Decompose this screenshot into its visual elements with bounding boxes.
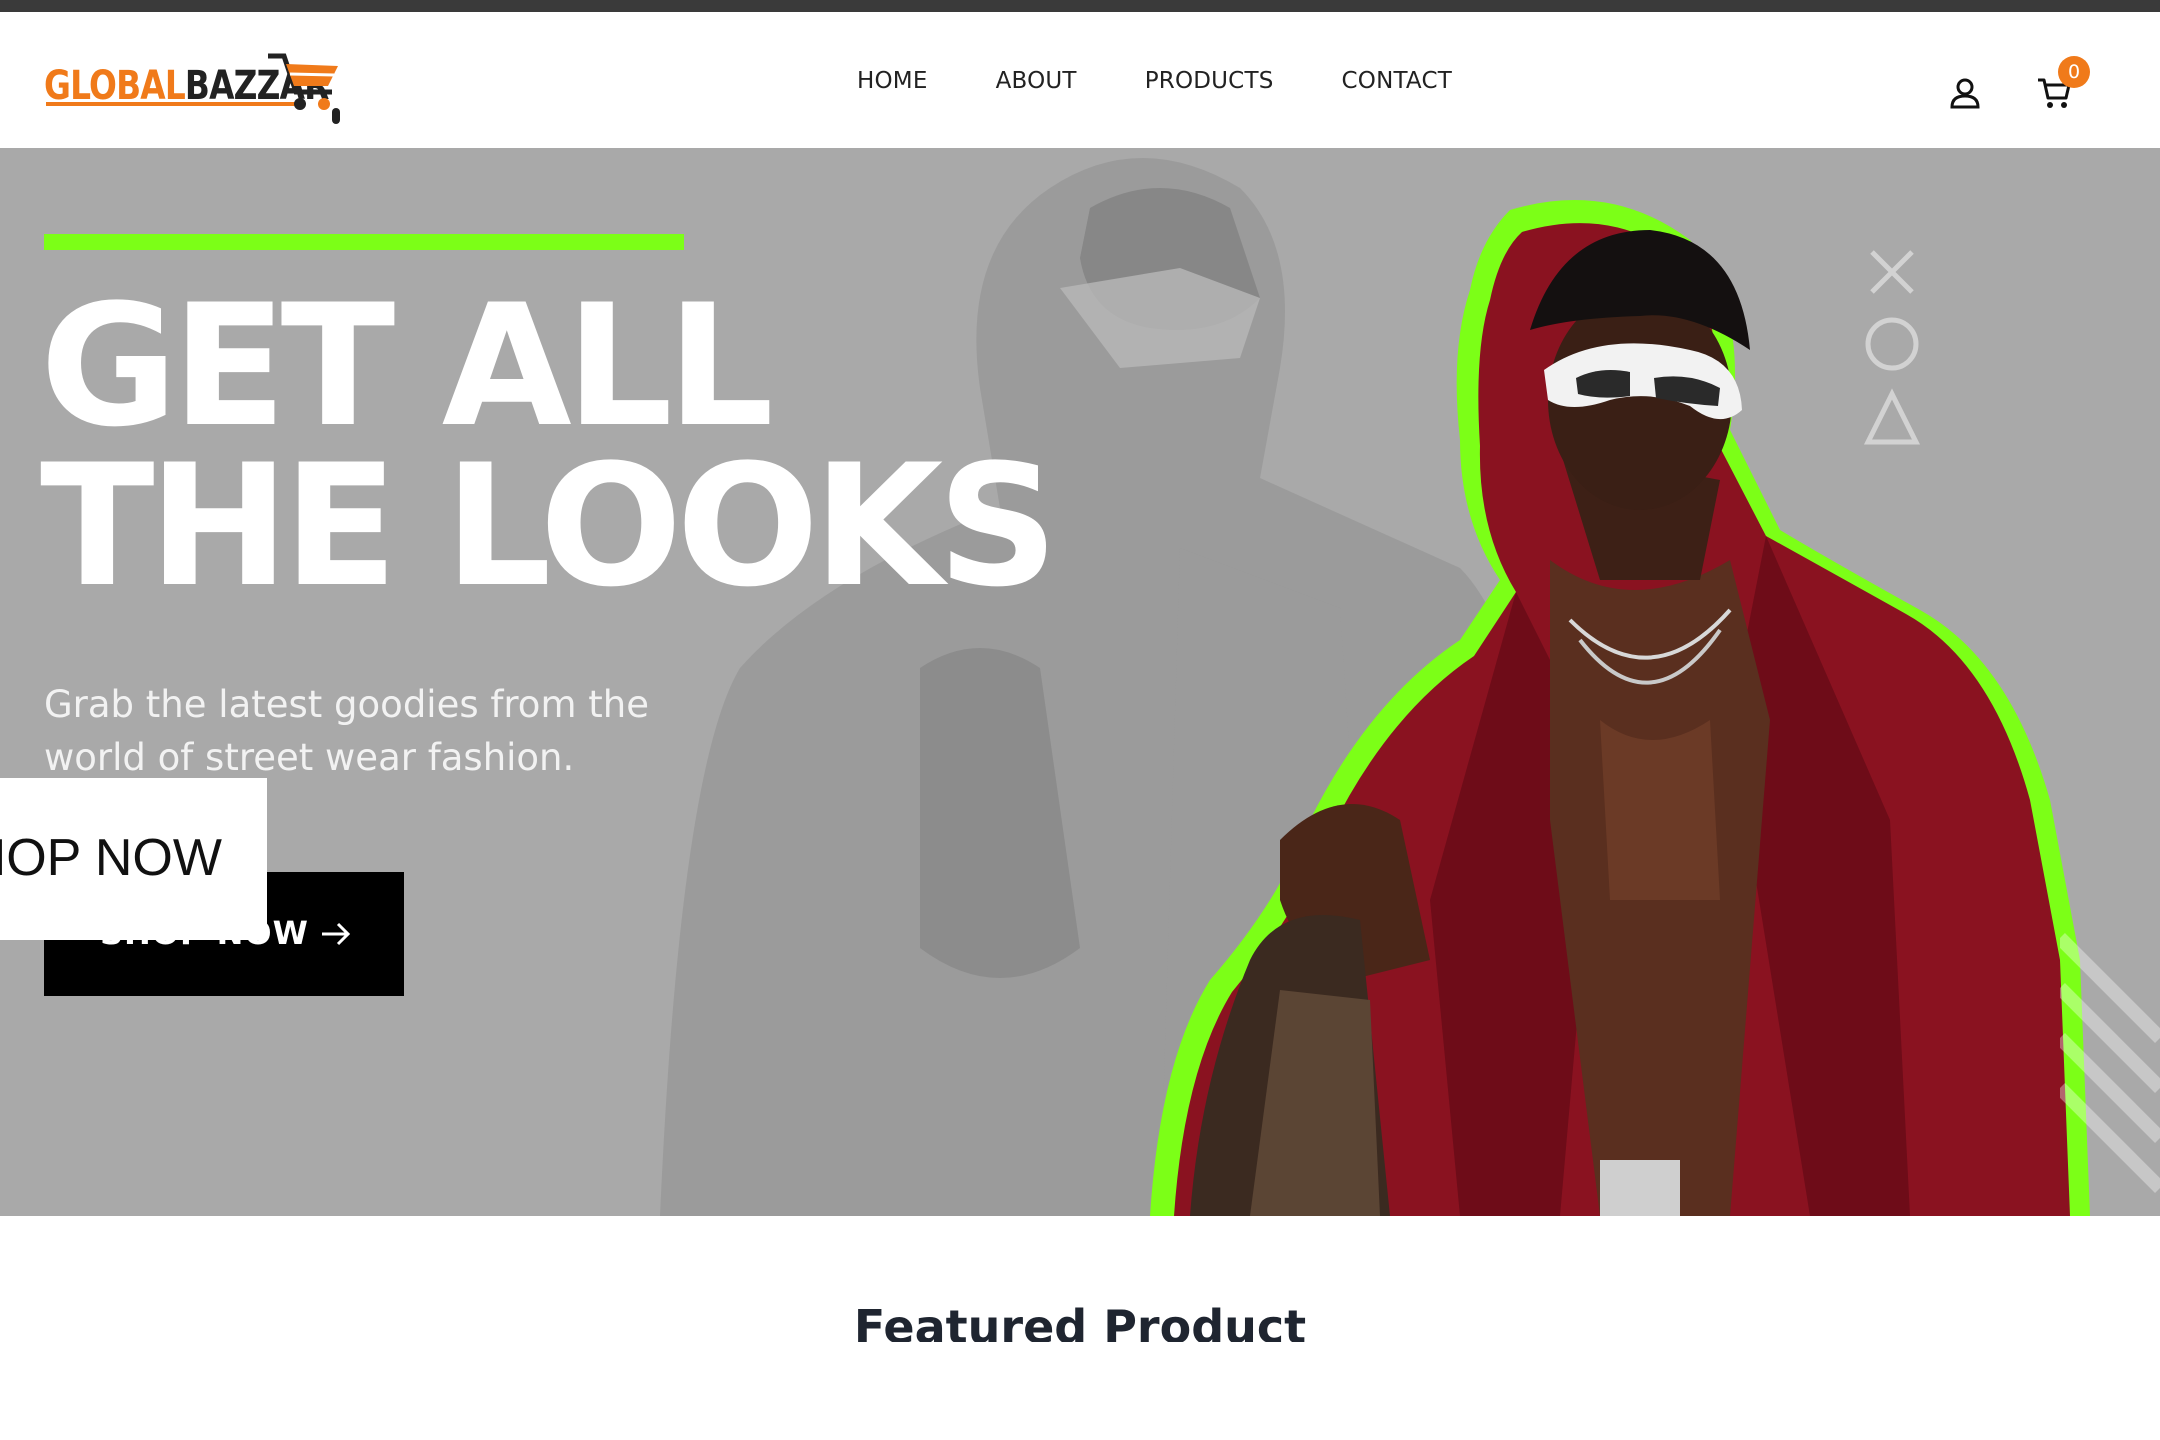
hero-headline-line1: GET ALL [40, 268, 774, 464]
hero-banner: GET ALL THE LOOKS Grab the latest goodie… [0, 148, 2160, 1216]
circle-icon [1865, 317, 1919, 371]
featured-title: Featured Product [853, 1300, 1307, 1342]
decorative-shapes [1863, 250, 1921, 445]
x-icon [1870, 250, 1914, 294]
user-icon[interactable] [1948, 76, 1982, 110]
hero-headline: GET ALL THE LOOKS [40, 268, 1058, 624]
shop-now-overlay-label: SHOP NOW [0, 829, 222, 887]
triangle-icon [1863, 388, 1921, 445]
arrow-right-icon [322, 922, 351, 946]
hero-headline-line2: THE LOOKS [40, 428, 1058, 624]
navbar: GLOBALBAZZAR HOME ABOUT PRODUCTS CONTACT… [0, 12, 2160, 148]
nav-products-link[interactable]: PRODUCTS [1145, 68, 1274, 94]
top-strip [0, 0, 2160, 12]
nav-about-link[interactable]: ABOUT [996, 68, 1077, 94]
nav-home-link[interactable]: HOME [857, 68, 928, 94]
logo[interactable]: GLOBALBAZZAR [44, 46, 391, 126]
accent-bar [44, 234, 684, 250]
hero-model-image [1150, 200, 2090, 1216]
nav-contact-link[interactable]: CONTACT [1342, 68, 1452, 94]
main-nav: HOME ABOUT PRODUCTS CONTACT [822, 68, 1452, 94]
logo-underline [46, 102, 298, 106]
shop-now-hover-overlay[interactable]: SHOP NOW [0, 778, 267, 940]
logo-cart-icon [268, 53, 340, 124]
featured-section: Featured Product [0, 1300, 2160, 1342]
cart-count-badge: 0 [2058, 56, 2090, 88]
hero-subtext: Grab the latest goodies from the world o… [44, 683, 649, 779]
decorative-stripes [2060, 933, 2160, 1193]
